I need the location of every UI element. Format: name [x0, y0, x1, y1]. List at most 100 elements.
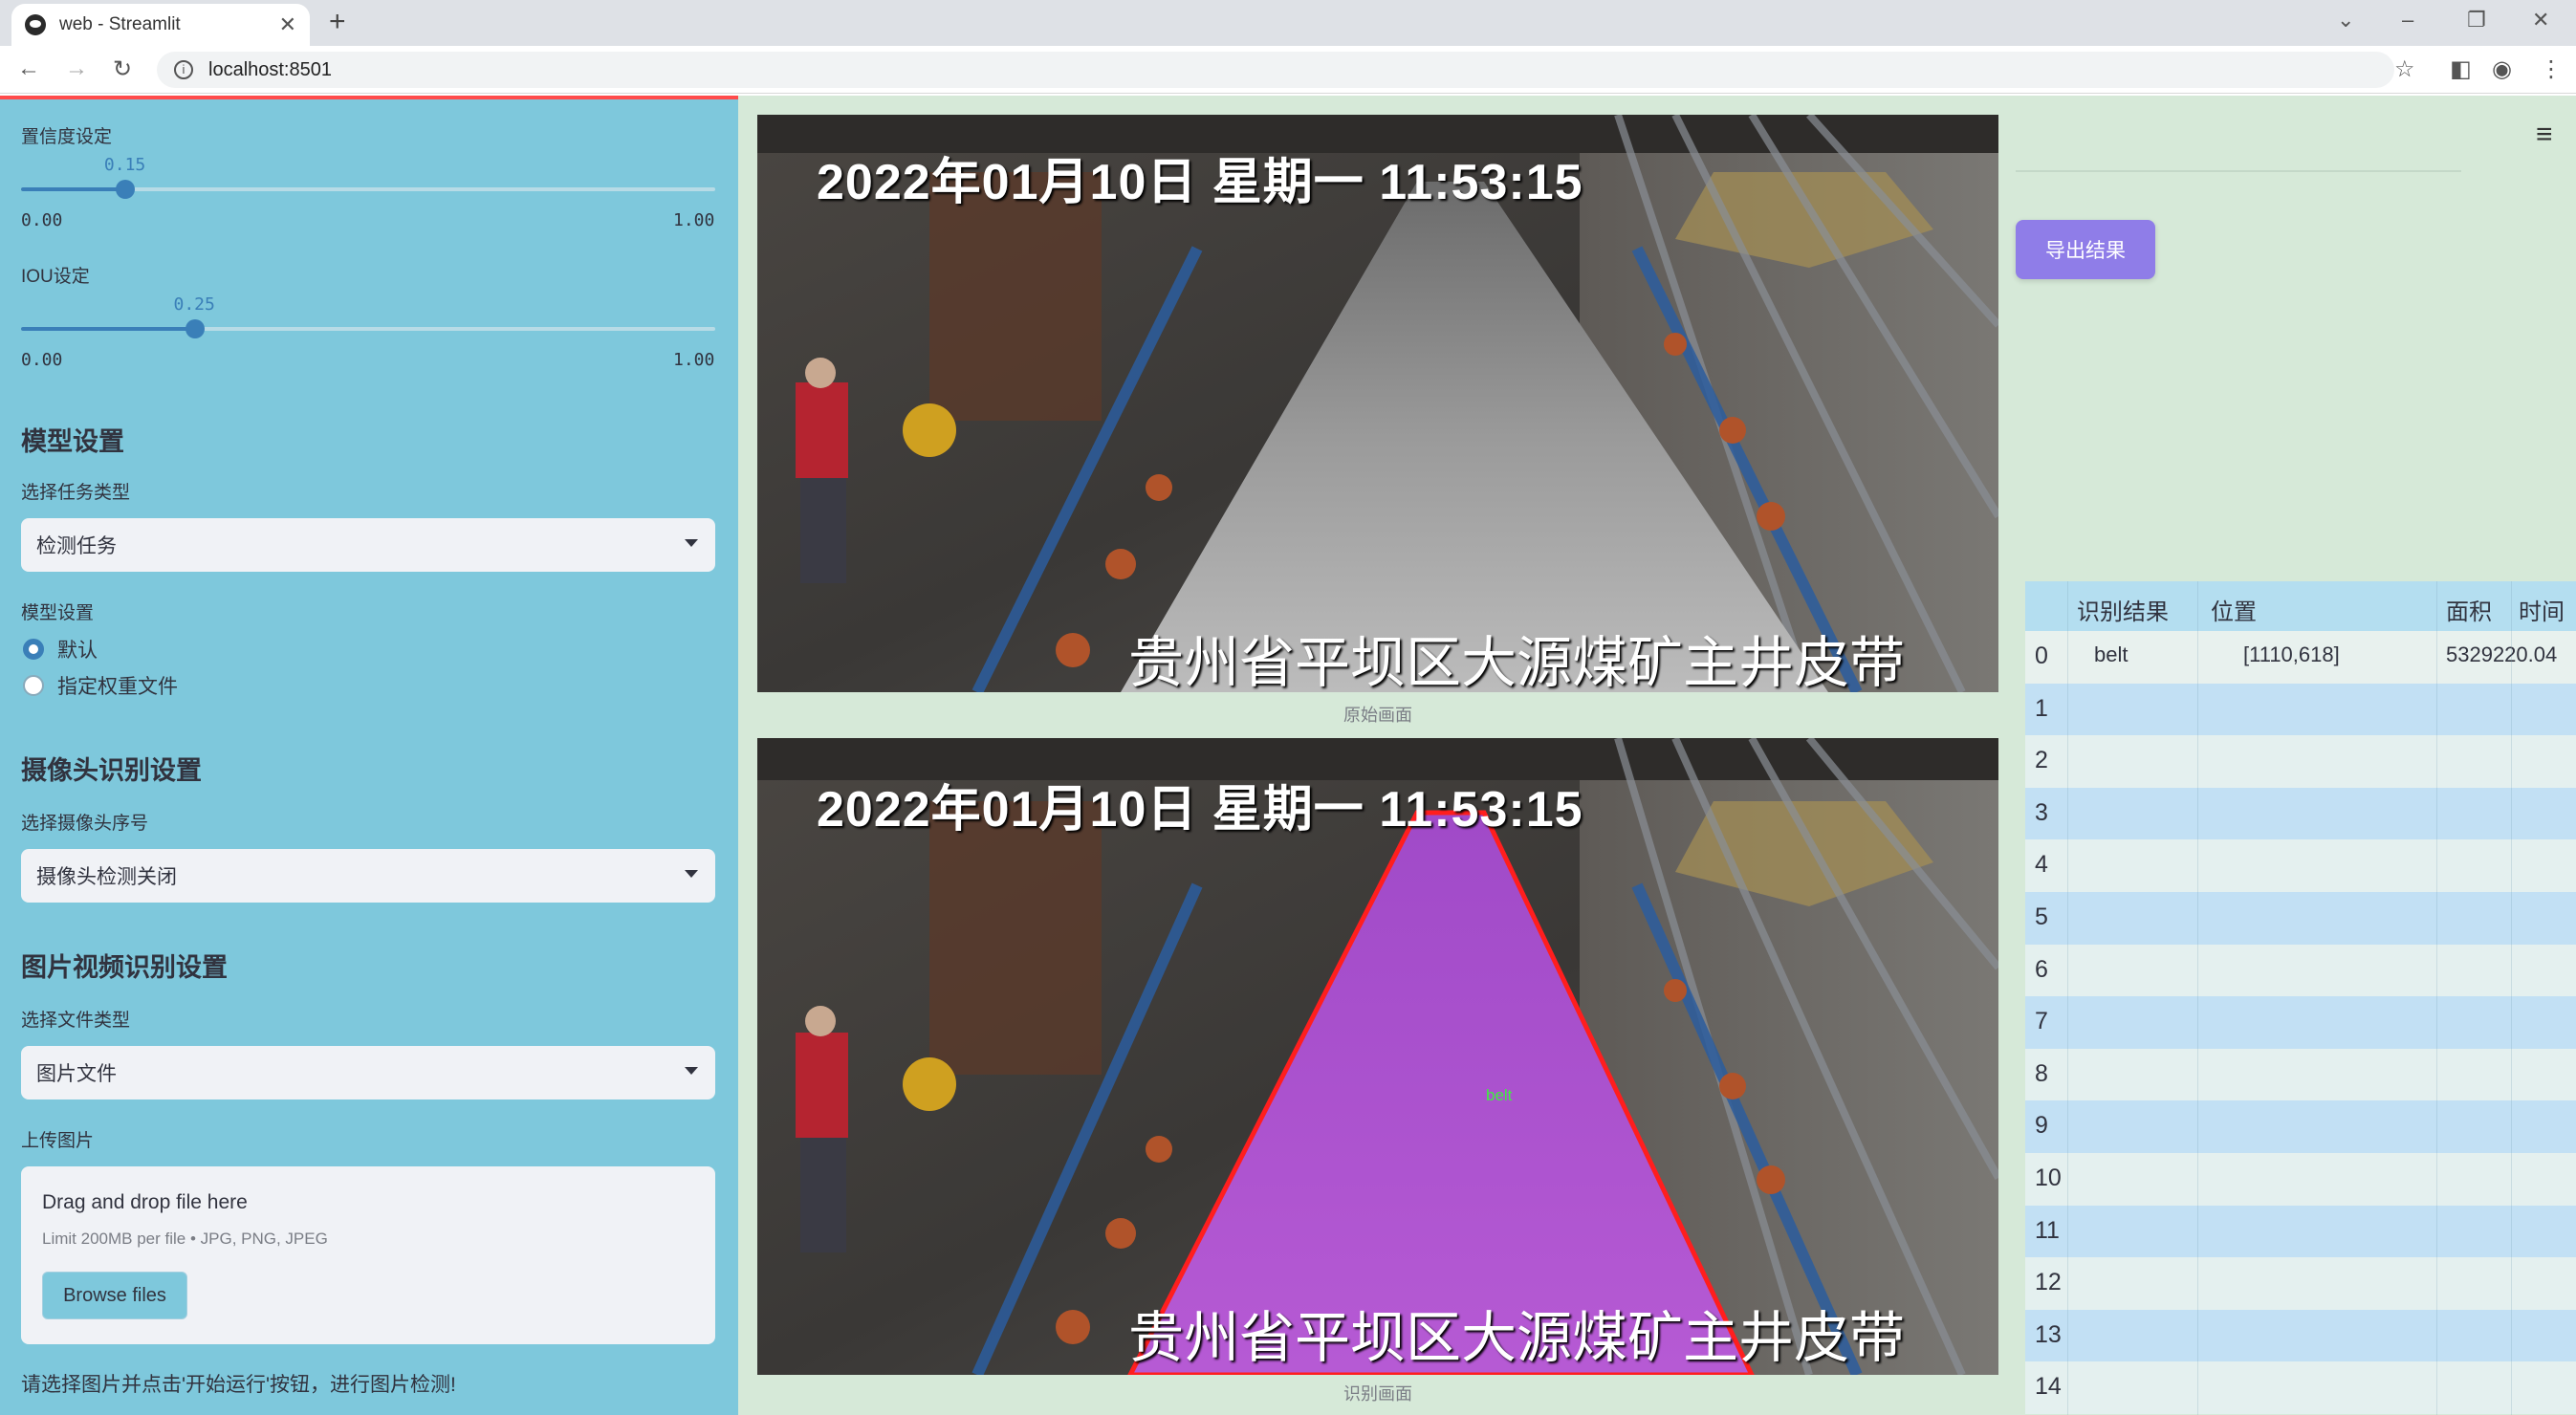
- table-row[interactable]: 2: [2025, 735, 2576, 788]
- header-position[interactable]: 位置: [2211, 593, 2257, 626]
- cell-area[interactable]: 5329220.04: [2446, 642, 2557, 667]
- row-index: 9: [2035, 1112, 2048, 1140]
- forward-arrow-icon[interactable]: →: [65, 55, 88, 82]
- address-bar: ← → ↻ i localhost:8501 ☆ ◧ ◉ ⋮: [0, 46, 2576, 94]
- radio-custom-weights-indicator[interactable]: [23, 675, 44, 696]
- confidence-min: 0.00: [21, 210, 63, 230]
- table-row[interactable]: 12: [2025, 1257, 2576, 1310]
- confidence-label: 置信度设定: [21, 127, 113, 147]
- camera-index-value: 摄像头检测关闭: [36, 866, 177, 888]
- table-row[interactable]: 6: [2025, 944, 2576, 997]
- timestamp-overlay-result: 2022年01月10日 星期一 11:53:15: [817, 782, 1583, 838]
- results-table[interactable]: 识别结果 位置 面积 时间 0 belt [1110,618] 5329220.04 1…: [2025, 581, 2576, 1415]
- table-row[interactable]: 11: [2025, 1205, 2576, 1258]
- camera-section-heading: 摄像头识别设置: [21, 756, 202, 785]
- back-arrow-icon[interactable]: ←: [17, 55, 40, 82]
- result-image: 2022年01月10日 星期一 11:53:15 贵州省平坝区大源煤矿主井皮带 …: [757, 738, 1998, 1375]
- minimize-icon[interactable]: –: [2402, 8, 2413, 33]
- iou-min: 0.00: [21, 350, 63, 370]
- row-index: 7: [2035, 1008, 2048, 1035]
- window-close-icon[interactable]: ✕: [2532, 8, 2549, 33]
- camera-index-label: 选择摄像头序号: [21, 814, 149, 834]
- table-row[interactable]: 10: [2025, 1153, 2576, 1206]
- row-index: 5: [2035, 903, 2048, 930]
- tab-search-chevron-icon[interactable]: ⌄: [2337, 8, 2354, 33]
- chevron-down-icon: [685, 1067, 698, 1075]
- radio-custom-weights-label: 指定权重文件: [57, 676, 178, 698]
- timestamp-overlay: 2022年01月10日 星期一 11:53:15: [817, 155, 1583, 210]
- radio-default-indicator[interactable]: [23, 639, 44, 660]
- bookmark-star-icon[interactable]: ☆: [2394, 55, 2415, 83]
- radio-default-label: 默认: [57, 640, 98, 662]
- column-divider: [2067, 581, 2068, 1415]
- cell-position[interactable]: [1110,618]: [2243, 642, 2340, 667]
- column-divider: [2511, 581, 2512, 1415]
- row-index: 14: [2035, 1373, 2062, 1401]
- row-index: 12: [2035, 1269, 2062, 1296]
- table-row[interactable]: 8: [2025, 1048, 2576, 1101]
- row-index: 10: [2035, 1165, 2062, 1191]
- header-time[interactable]: 时间: [2519, 593, 2565, 626]
- confidence-max: 1.00: [673, 210, 715, 230]
- table-row[interactable]: 0 belt [1110,618] 5329220.04: [2025, 631, 2576, 684]
- confidence-slider-thumb[interactable]: [115, 180, 135, 199]
- table-row[interactable]: 5: [2025, 892, 2576, 945]
- header-area[interactable]: 面积: [2446, 593, 2492, 626]
- location-overlay-result: 贵州省平坝区大源煤矿主井皮带: [1128, 1307, 1906, 1369]
- camera-index-select[interactable]: 摄像头检测关闭: [21, 849, 715, 903]
- confidence-slider[interactable]: [21, 180, 715, 199]
- original-image: 2022年01月10日 星期一 11:53:15 贵州省平坝区大源煤矿主井皮带: [757, 115, 1998, 692]
- reload-icon[interactable]: ↻: [113, 55, 132, 83]
- streamlit-favicon-icon: [25, 14, 46, 35]
- site-info-icon[interactable]: i: [174, 60, 193, 79]
- task-type-select[interactable]: 检测任务: [21, 518, 715, 572]
- side-panel-icon[interactable]: ◧: [2450, 55, 2472, 83]
- upload-label: 上传图片: [21, 1131, 95, 1151]
- table-row[interactable]: 3: [2025, 787, 2576, 840]
- kebab-menu-icon[interactable]: ⋮: [2540, 55, 2563, 83]
- file-type-select[interactable]: 图片文件: [21, 1046, 715, 1099]
- detection-label: belt: [1486, 1086, 1513, 1104]
- browser-tab[interactable]: web - Streamlit ✕: [11, 4, 310, 46]
- chevron-down-icon: [685, 539, 698, 547]
- cell-result[interactable]: belt: [2094, 642, 2128, 667]
- browser-tab-bar: web - Streamlit ✕ + ⌄ – ❐ ✕: [0, 0, 2576, 46]
- table-row[interactable]: 1: [2025, 683, 2576, 736]
- iou-slider[interactable]: [21, 319, 715, 338]
- browse-files-button[interactable]: Browse files: [42, 1272, 187, 1319]
- file-section-heading: 图片视频识别设置: [21, 953, 228, 982]
- column-divider: [2197, 581, 2198, 1415]
- export-results-button[interactable]: 导出结果: [2016, 220, 2155, 279]
- url-text: localhost:8501: [208, 58, 332, 80]
- row-index: 8: [2035, 1059, 2048, 1087]
- divider: [2016, 170, 2461, 172]
- row-index: 3: [2035, 798, 2048, 826]
- instruction-text: 请选择图片并点击'开始运行'按钮，进行图片检测!: [21, 1374, 456, 1396]
- main-area: 2022年01月10日 星期一 11:53:15 贵州省平坝区大源煤矿主井皮带 …: [738, 96, 2576, 1415]
- table-row[interactable]: 7: [2025, 996, 2576, 1049]
- hamburger-menu-icon[interactable]: ≡: [2536, 119, 2553, 151]
- chevron-down-icon: [685, 870, 698, 878]
- row-index: 0: [2035, 642, 2048, 669]
- dropzone-title: Drag and drop file here: [42, 1191, 248, 1213]
- header-result[interactable]: 识别结果: [2077, 593, 2169, 626]
- location-overlay: 贵州省平坝区大源煤矿主井皮带: [1128, 632, 1906, 692]
- table-row[interactable]: 9: [2025, 1100, 2576, 1153]
- row-index: 6: [2035, 955, 2048, 983]
- table-row[interactable]: 4: [2025, 839, 2576, 892]
- tab-title: web - Streamlit: [59, 14, 181, 34]
- url-omnibox[interactable]: i localhost:8501: [157, 52, 2394, 88]
- task-type-value: 检测任务: [36, 535, 117, 557]
- radio-custom-weights[interactable]: 指定权重文件: [23, 671, 178, 700]
- file-dropzone[interactable]: Drag and drop file here Limit 200MB per …: [21, 1166, 715, 1344]
- new-tab-icon[interactable]: +: [329, 6, 346, 38]
- table-row[interactable]: 13: [2025, 1309, 2576, 1362]
- iou-slider-thumb[interactable]: [185, 319, 205, 338]
- radio-default[interactable]: 默认: [23, 635, 98, 664]
- table-row[interactable]: 14: [2025, 1361, 2576, 1414]
- original-caption: 原始画面: [1343, 706, 1412, 725]
- tab-close-icon[interactable]: ✕: [279, 12, 296, 37]
- column-divider: [2436, 581, 2437, 1415]
- profile-avatar-icon[interactable]: ◉: [2492, 55, 2512, 83]
- restore-icon[interactable]: ❐: [2467, 8, 2486, 33]
